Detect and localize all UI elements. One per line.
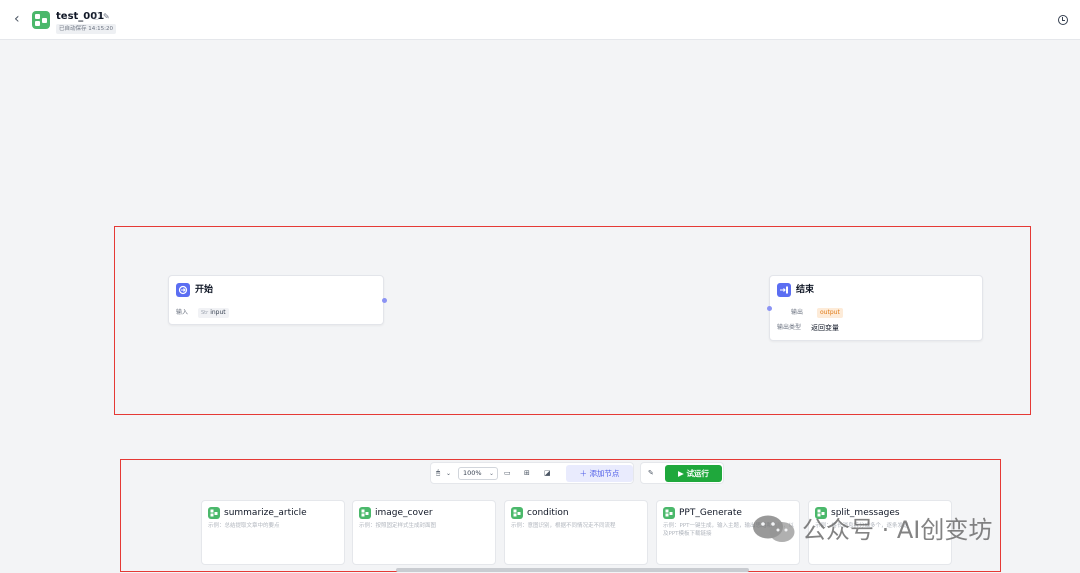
test-run-button[interactable]: ▶ 试运行	[665, 465, 722, 482]
horizontal-scrollbar[interactable]	[396, 568, 749, 572]
input-variable-type: Str	[201, 310, 209, 316]
autosave-status: 已自动保存 14:15:20	[56, 24, 116, 34]
minimap-icon[interactable]: ◪	[544, 467, 551, 480]
add-node-button[interactable]: ＋ 添加节点	[566, 465, 633, 482]
chevron-left-icon[interactable]: ‹	[14, 11, 28, 27]
input-variable-name: input	[210, 309, 226, 316]
template-title: summarize_article	[224, 508, 307, 518]
end-node-type-row: 输出类型 返回变量	[777, 322, 897, 334]
input-variable-chip: Str input	[198, 308, 229, 318]
template-card[interactable]: condition 示例：意图识别，根据不同情况走不同流程	[504, 500, 648, 565]
run-toolbar: ✎ ▶ 试运行	[640, 462, 724, 484]
end-node-output-row: 输出 output	[777, 307, 897, 319]
info-icon[interactable]: ⓘ	[92, 11, 100, 23]
debug-icon[interactable]: ✎	[648, 467, 654, 480]
start-node-input-row: 输入 Str input	[176, 307, 276, 319]
input-label: 输入	[176, 309, 189, 316]
template-title: PPT_Generate	[679, 508, 742, 518]
comment-icon[interactable]: ▭	[504, 467, 511, 480]
zoom-select[interactable]: 100% ⌄	[458, 467, 498, 480]
start-node-output-port[interactable]	[382, 298, 387, 303]
end-node[interactable]: 结束 输出 output 输出类型 返回变量	[767, 275, 983, 341]
start-node-title: 开始	[195, 285, 214, 295]
end-node-title: 结束	[796, 285, 815, 295]
workflow-icon	[359, 507, 371, 519]
history-icon[interactable]	[1058, 15, 1068, 25]
chevron-down-icon[interactable]: ⌄	[446, 467, 451, 480]
layout-icon[interactable]: ⊞	[524, 467, 530, 480]
header-bar: ‹ test_001 ⓘ ✎ 已自动保存 14:15:20	[0, 0, 1080, 40]
add-node-label: 添加节点	[589, 469, 620, 478]
template-title: condition	[527, 508, 569, 518]
workflow-icon	[208, 507, 220, 519]
template-desc: 示例：意图识别，根据不同情况走不同流程	[511, 523, 616, 529]
end-icon	[777, 283, 791, 297]
canvas-toolbar: 🖱︎ ⌄ 100% ⌄ ▭ ⊞ ◪ ＋ 添加节点	[430, 462, 634, 484]
template-desc: 示例：按照固定样式生成封面图	[359, 523, 437, 529]
workflow-editor: ‹ test_001 ⓘ ✎ 已自动保存 14:15:20 开始 输入 Str i…	[0, 0, 1080, 573]
output-variable-name: output	[820, 309, 840, 316]
output-variable-chip: output	[817, 308, 843, 318]
edit-icon[interactable]: ✎	[103, 11, 110, 23]
zoom-value: 100%	[463, 469, 482, 477]
output-type-value: 返回变量	[811, 324, 839, 332]
template-card[interactable]: image_cover 示例：按照固定样式生成封面图	[352, 500, 496, 565]
end-node-input-port[interactable]	[767, 306, 772, 311]
output-label: 输出	[791, 309, 804, 316]
workflow-icon	[511, 507, 523, 519]
template-desc: 示例：总结提取文章中的要点	[208, 523, 280, 529]
output-type-label: 输出类型	[777, 324, 802, 331]
workflow-app-icon	[32, 11, 50, 29]
template-title: image_cover	[375, 508, 433, 518]
template-card[interactable]: summarize_article 示例：总结提取文章中的要点	[201, 500, 345, 565]
start-icon	[176, 283, 190, 297]
workflow-icon	[663, 507, 675, 519]
chevron-down-icon: ⌄	[488, 470, 494, 477]
start-node[interactable]: 开始 输入 Str input	[168, 275, 387, 325]
wechat-logo-icon	[753, 515, 795, 542]
watermark-text: 公众号 · AI创变坊	[802, 516, 993, 544]
test-run-label: 试运行	[686, 469, 709, 478]
mouse-mode-icon[interactable]: 🖱︎	[436, 467, 440, 480]
plus-icon: ＋	[579, 469, 590, 478]
